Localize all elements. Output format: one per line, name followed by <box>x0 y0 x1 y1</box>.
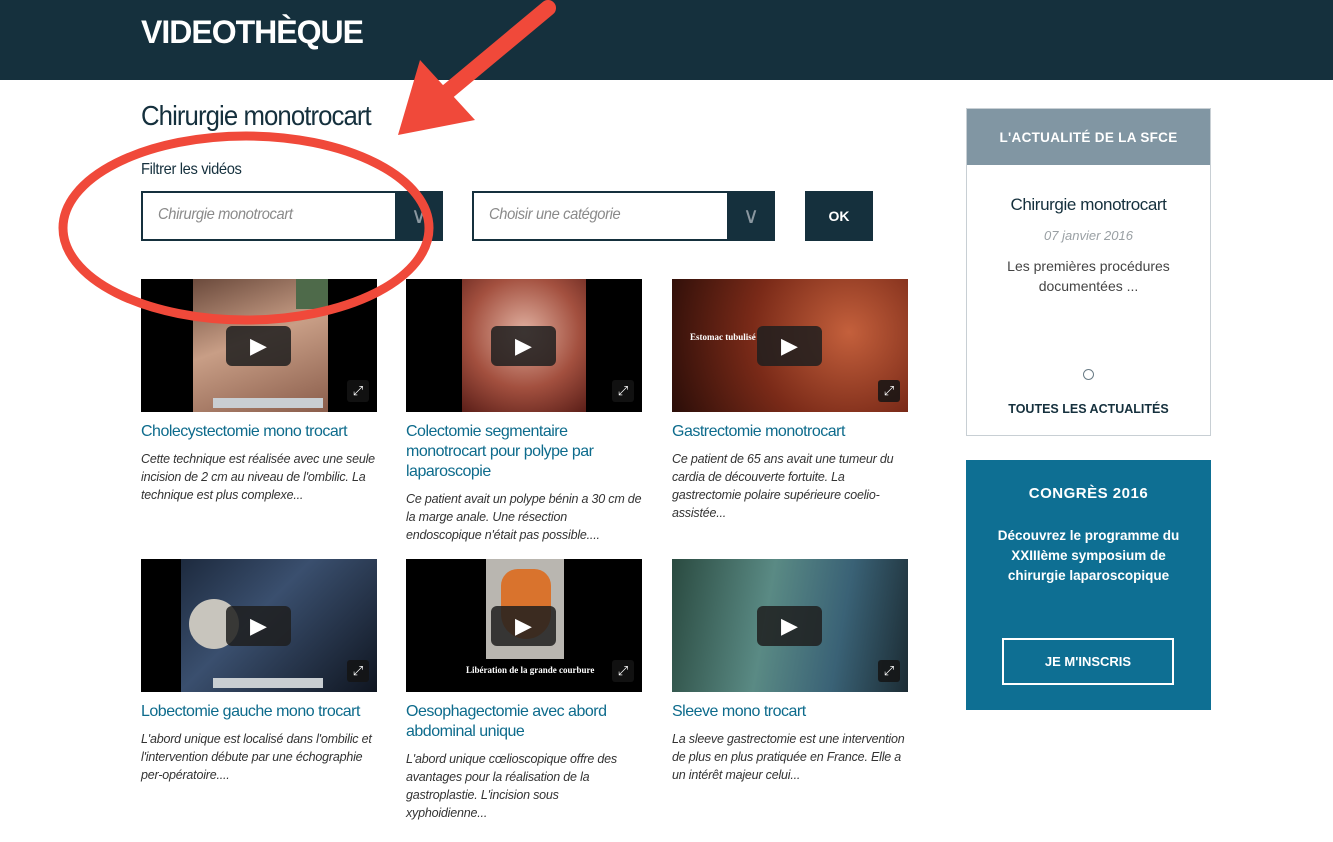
ok-button[interactable]: OK <box>805 191 873 241</box>
fullscreen-icon[interactable]: ⤢ <box>347 380 369 402</box>
site-header: VIDEOTHÈQUE <box>0 0 1333 80</box>
video-thumbnail[interactable]: ▶ ⤢ <box>141 279 377 412</box>
video-description: Ce patient de 65 ans avait une tumeur du… <box>672 452 894 520</box>
video-description: Cette technique est réalisée avec une se… <box>141 452 375 502</box>
video-title[interactable]: Gastrectomie monotrocart <box>672 422 908 442</box>
video-card[interactable]: ▶ ⤢ Lobectomie gauche mono trocart L'abo… <box>141 559 377 784</box>
player-controlbar <box>213 398 323 408</box>
site-brand[interactable]: VIDEOTHÈQUE <box>141 14 364 51</box>
fullscreen-icon[interactable]: ⤢ <box>612 380 634 402</box>
carousel-dot[interactable] <box>1083 369 1094 380</box>
thumbnail-caption: Libération de la grande courbure <box>466 665 595 675</box>
video-thumbnail[interactable]: Libération de la grande courbure ▶ ⤢ <box>406 559 642 692</box>
play-icon[interactable]: ▶ <box>226 326 291 366</box>
news-excerpt: Les premières procédures documentées ... <box>1007 258 1170 294</box>
video-title[interactable]: Cholecystectomie mono trocart <box>141 422 377 442</box>
all-news-link[interactable]: TOUTES LES ACTUALITÉS <box>967 402 1210 416</box>
congress-heading: CONGRÈS 2016 <box>1028 485 1149 502</box>
filter-label: Filtrer les vidéos <box>141 161 242 178</box>
video-card[interactable]: ▶ ⤢ Sleeve mono trocart La sleeve gastre… <box>672 559 908 784</box>
play-icon[interactable]: ▶ <box>491 326 556 366</box>
video-thumbnail[interactable]: Estomac tubulisé ▶ ⤢ <box>672 279 908 412</box>
video-thumbnail[interactable]: ▶ ⤢ <box>141 559 377 692</box>
chevron-down-icon[interactable]: ∨ <box>727 191 775 241</box>
news-heading: L'ACTUALITÉ DE LA SFCE <box>967 109 1210 165</box>
fullscreen-icon[interactable]: ⤢ <box>347 660 369 682</box>
video-description: La sleeve gastrectomie est une intervent… <box>672 732 905 782</box>
video-card[interactable]: ▶ ⤢ Colectomie segmentaire monotrocart p… <box>406 279 642 544</box>
congress-widget: CONGRÈS 2016 Découvrez le programme du X… <box>966 460 1211 710</box>
thumbnail-caption: Estomac tubulisé <box>690 332 756 342</box>
video-card[interactable]: ▶ ⤢ Cholecystectomie mono trocart Cette … <box>141 279 377 504</box>
video-card[interactable]: Estomac tubulisé ▶ ⤢ Gastrectomie monotr… <box>672 279 908 522</box>
news-title[interactable]: Chirurgie monotrocart <box>967 195 1210 215</box>
congress-text: Découvrez le programme du XXIIIème sympo… <box>997 528 1180 583</box>
player-controlbar <box>213 678 323 688</box>
play-icon[interactable]: ▶ <box>491 606 556 646</box>
news-widget: L'ACTUALITÉ DE LA SFCE Chirurgie monotro… <box>966 108 1211 436</box>
play-icon[interactable]: ▶ <box>757 606 822 646</box>
fullscreen-icon[interactable]: ⤢ <box>878 660 900 682</box>
video-thumbnail[interactable]: ▶ ⤢ <box>406 279 642 412</box>
video-title[interactable]: Sleeve mono trocart <box>672 702 908 722</box>
video-title[interactable]: Oesophagectomie avec abord abdominal uni… <box>406 702 642 742</box>
video-card[interactable]: Libération de la grande courbure ▶ ⤢ Oes… <box>406 559 642 822</box>
register-button[interactable]: JE M'INSCRIS <box>1002 638 1174 685</box>
category-select-placeholder: Choisir une catégorie <box>489 206 621 223</box>
video-thumbnail[interactable]: ▶ ⤢ <box>672 559 908 692</box>
news-date: 07 janvier 2016 <box>1044 228 1133 243</box>
category-select[interactable]: Choisir une catégorie ∨ <box>472 191 775 241</box>
video-title[interactable]: Lobectomie gauche mono trocart <box>141 702 377 722</box>
filter-select-1[interactable]: Chirurgie monotrocart ∨ <box>141 191 443 241</box>
filter-select-1-value: Chirurgie monotrocart <box>158 206 293 223</box>
page-title: Chirurgie monotrocart <box>141 100 372 131</box>
video-description: L'abord unique est localisé dans l'ombil… <box>141 732 372 782</box>
fullscreen-icon[interactable]: ⤢ <box>612 660 634 682</box>
video-description: Ce patient avait un polype bénin a 30 cm… <box>406 492 642 542</box>
video-description: L'abord unique cœlioscopique offre des a… <box>406 752 617 820</box>
video-title[interactable]: Colectomie segmentaire monotrocart pour … <box>406 422 642 482</box>
fullscreen-icon[interactable]: ⤢ <box>878 380 900 402</box>
play-icon[interactable]: ▶ <box>757 326 822 366</box>
play-icon[interactable]: ▶ <box>226 606 291 646</box>
chevron-down-icon[interactable]: ∨ <box>395 191 443 241</box>
